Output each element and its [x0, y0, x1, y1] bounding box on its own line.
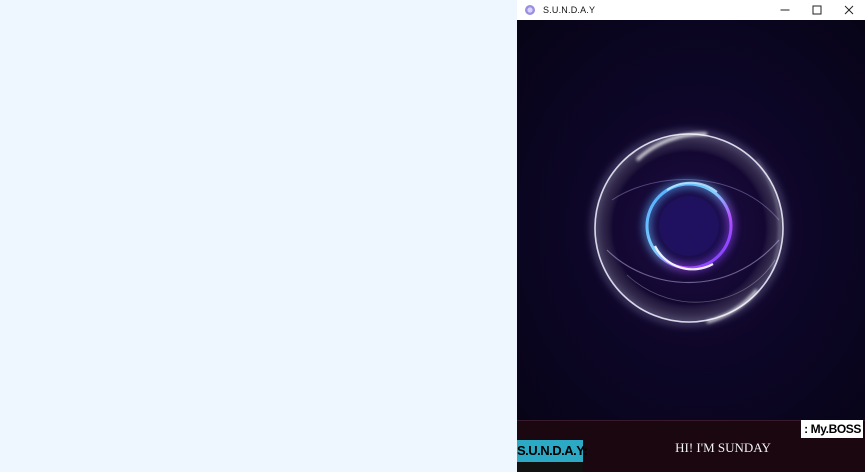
orb-icon: [524, 4, 536, 16]
minimize-button[interactable]: [769, 0, 801, 20]
minimize-icon: [780, 9, 790, 11]
assistant-label: S.U.N.D.A.Y:: [517, 440, 588, 462]
maximize-icon: [812, 5, 822, 15]
user-label: : My.BOSS: [801, 420, 863, 438]
window-controls: [769, 0, 865, 20]
assistant-label-underbar: [517, 462, 583, 472]
assistant-message: HI! I'M SUNDAY: [675, 440, 771, 455]
desktop-background: [0, 0, 517, 472]
window-title: S.U.N.D.A.Y: [543, 5, 596, 15]
close-icon: [844, 5, 854, 15]
maximize-button[interactable]: [801, 0, 833, 20]
assistant-visualizer: [517, 20, 865, 420]
title-bar[interactable]: S.U.N.D.A.Y: [517, 0, 865, 20]
close-button[interactable]: [833, 0, 865, 20]
sunday-window: S.U.N.D.A.Y: My.BOSS S.U.N.D.A.Y: HI! I…: [517, 0, 865, 472]
energy-orb-animation: [539, 78, 839, 378]
